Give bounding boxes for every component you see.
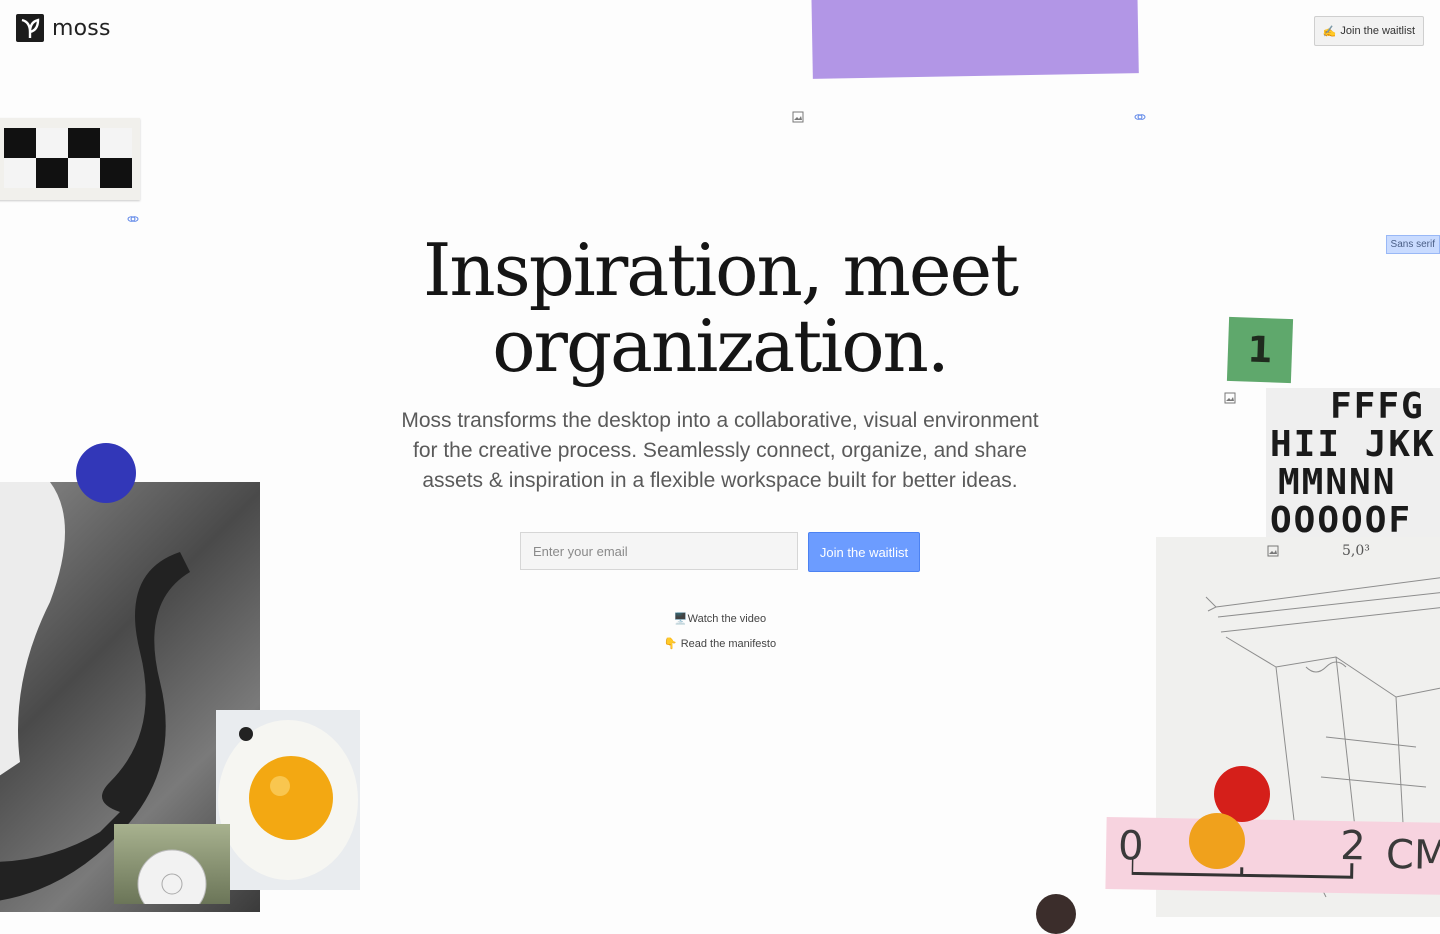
read-manifesto-link[interactable]: 👇 Read the manifesto: [0, 637, 1440, 650]
logo-text: moss: [52, 15, 111, 41]
subtitle-line-3: assets & inspiration in a flexible works…: [422, 469, 1018, 492]
writing-hand-icon: ✍️: [1322, 25, 1337, 38]
dark-dot: [1036, 894, 1076, 934]
hero-subtitle: Moss transforms the desktop into a colla…: [400, 406, 1040, 496]
fried-egg-photo: [216, 710, 360, 890]
monitor-icon: 🖥️: [673, 613, 688, 625]
pointing-down-icon: 👇: [663, 638, 678, 650]
moss-logo-icon: [16, 14, 44, 42]
link-icon: [1134, 114, 1146, 120]
ruler-unit: CM: [1385, 831, 1440, 879]
record-photo: [114, 824, 230, 904]
join-waitlist-button[interactable]: Join the waitlist: [808, 532, 920, 572]
email-input[interactable]: [520, 532, 798, 570]
watch-video-link[interactable]: 🖥️Watch the video: [0, 612, 1440, 625]
watch-video-label: Watch the video: [687, 613, 767, 625]
purple-paper-card: [811, 0, 1139, 79]
sketch-note: 5,0³: [1342, 543, 1370, 559]
specimen-row: OOOOOF: [1270, 500, 1413, 539]
header-join-waitlist-button[interactable]: ✍️ Join the waitlist: [1313, 16, 1424, 46]
header-join-waitlist-label: Join the waitlist: [1340, 25, 1415, 37]
typography-specimen: FFFG HII JKK MMNNN OOOOOF: [1266, 388, 1440, 538]
subtitle-line-2: for the creative process. Seamlessly con…: [413, 439, 1027, 462]
checkerboard-card: [0, 118, 140, 200]
image-icon: [1267, 545, 1279, 557]
page-title: Inspiration, meet organization.: [0, 232, 1440, 384]
image-icon: [1224, 392, 1236, 404]
subtitle-line-1: Moss transforms the desktop into a colla…: [401, 409, 1039, 432]
image-icon: [792, 111, 804, 123]
title-line-2: organization.: [492, 304, 950, 388]
specimen-row: FFFG: [1330, 388, 1425, 427]
specimen-row: MMNNN: [1278, 462, 1397, 503]
read-manifesto-label: Read the manifesto: [680, 638, 777, 650]
blue-dot: [76, 443, 136, 503]
title-line-1: Inspiration, meet: [422, 228, 1019, 312]
logo[interactable]: moss: [16, 14, 111, 42]
link-icon: [127, 216, 139, 222]
specimen-row: HII JKK: [1270, 424, 1436, 465]
orange-dot: [1189, 813, 1245, 869]
pink-ruler: 0 2 CM: [1105, 816, 1440, 896]
